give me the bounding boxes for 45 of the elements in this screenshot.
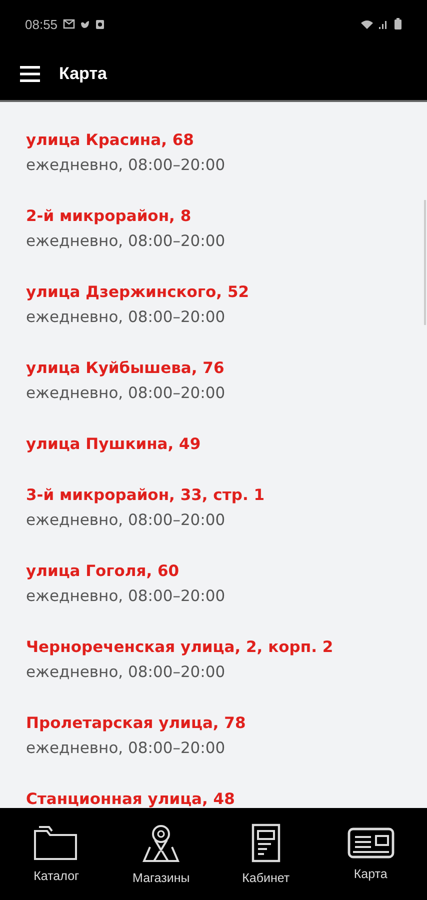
store-hours: ежедневно, 08:00–20:00: [26, 231, 226, 252]
nav-tab[interactable]: Карта: [320, 827, 421, 881]
store-list-item[interactable]: улица Дзержинского, 52 ежедневно, 08:00–20:00: [26, 280, 427, 330]
folder-icon: [33, 825, 80, 861]
store-address: Чернореченская улица, 2, корп. 2: [26, 637, 334, 658]
wifi-icon: [360, 18, 374, 30]
store-list-item[interactable]: Чернореченская улица, 2, корп. 2 ежедневно, 08:00–20:00: [26, 635, 427, 685]
scrollbar[interactable]: [424, 200, 426, 325]
store-address: улица Дзержинского, 52: [26, 282, 250, 303]
store-list-item[interactable]: улица Красина, 68 ежедневно, 08:00–20:00: [26, 128, 427, 178]
nav-tab[interactable]: Кабинет: [216, 823, 316, 885]
notification-icon: [94, 18, 105, 30]
store-address: улица Гоголя, 60: [26, 561, 180, 582]
store-address: Станционная улица, 48: [26, 789, 235, 808]
store-address: 3-й микрорайон, 33, стр. 1: [26, 485, 265, 506]
nav-tab[interactable]: Каталог: [6, 825, 106, 883]
map-pin-icon: [142, 823, 180, 863]
nav-tab[interactable]: Магазины: [111, 823, 212, 885]
store-hours: ежедневно, 08:00–20:00: [26, 155, 226, 176]
store-hours: ежедневно, 08:00–20:00: [26, 662, 226, 683]
store-address: 2-й микрорайон, 8: [26, 206, 192, 227]
store-address: улица Красина, 68: [26, 130, 194, 151]
store-list-item[interactable]: 2-й микрорайон, 8 ежедневно, 08:00–20:00: [26, 204, 427, 254]
store-list-item[interactable]: улица Куйбышева, 76 ежедневно, 08:00–20:00: [26, 356, 427, 406]
store-address: Пролетарская улица, 78: [26, 713, 246, 734]
card-icon: [346, 827, 395, 859]
status-time: 08:55: [25, 16, 58, 32]
store-hours: ежедневно, 08:00–20:00: [26, 383, 226, 404]
store-hours: ежедневно, 08:00–20:00: [26, 307, 226, 328]
store-list-item[interactable]: улица Пушкина, 49: [26, 432, 427, 457]
store-hours: ежедневно, 08:00–20:00: [26, 586, 226, 607]
store-hours: ежедневно, 08:00–20:00: [26, 510, 226, 531]
store-address: улица Куйбышева, 76: [26, 358, 224, 379]
signal-icon: [379, 19, 389, 29]
document-icon: [250, 823, 281, 863]
store-list-item[interactable]: улица Гоголя, 60 ежедневно, 08:00–20:00: [26, 559, 427, 609]
battery-icon: [394, 18, 402, 30]
store-list-item[interactable]: Станционная улица, 48: [26, 787, 427, 808]
mail-icon: [62, 19, 75, 29]
store-address: улица Пушкина, 49: [26, 434, 201, 455]
store-hours: ежедневно, 08:00–20:00: [26, 738, 226, 759]
menu-icon[interactable]: [20, 66, 40, 82]
store-list-item[interactable]: Пролетарская улица, 78 ежедневно, 08:00–20:00: [26, 711, 427, 761]
store-list-item[interactable]: 3-й микрорайон, 33, стр. 1 ежедневно, 08:00–20:00: [26, 483, 427, 533]
screen-title: Карта: [59, 64, 107, 84]
